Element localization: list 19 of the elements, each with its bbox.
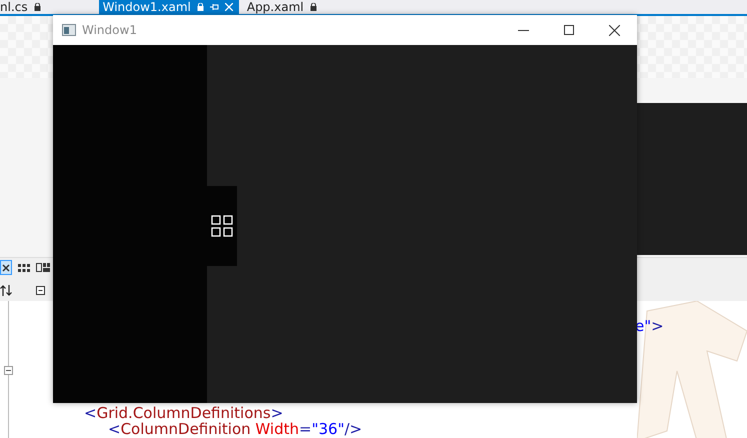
code-line: <Grid.ColumnDefinitions>: [84, 405, 284, 421]
lock-icon: [196, 3, 204, 11]
window-title: Window1: [82, 23, 137, 37]
window-app-icon: [62, 24, 76, 36]
sort-arrows-icon[interactable]: [0, 285, 12, 296]
document-tab[interactable]: App.xaml: [246, 0, 325, 14]
close-icon[interactable]: [609, 24, 620, 36]
grid-icon[interactable]: [18, 264, 30, 272]
document-tab[interactable]: nl.cs: [0, 0, 49, 14]
document-tab[interactable]: Window1.xaml: [98, 0, 239, 14]
lock-icon: [310, 3, 317, 11]
panel-toggle-button[interactable]: [207, 186, 237, 266]
lock-icon: [34, 3, 41, 11]
maximize-icon[interactable]: [564, 25, 574, 35]
pin-icon[interactable]: [210, 3, 219, 11]
grid-icon: [211, 215, 233, 237]
collapse-icon[interactable]: [4, 366, 13, 375]
layout-icon[interactable]: [36, 263, 50, 272]
code-line: <ColumnDefinition Width="36"/>: [107, 421, 362, 437]
